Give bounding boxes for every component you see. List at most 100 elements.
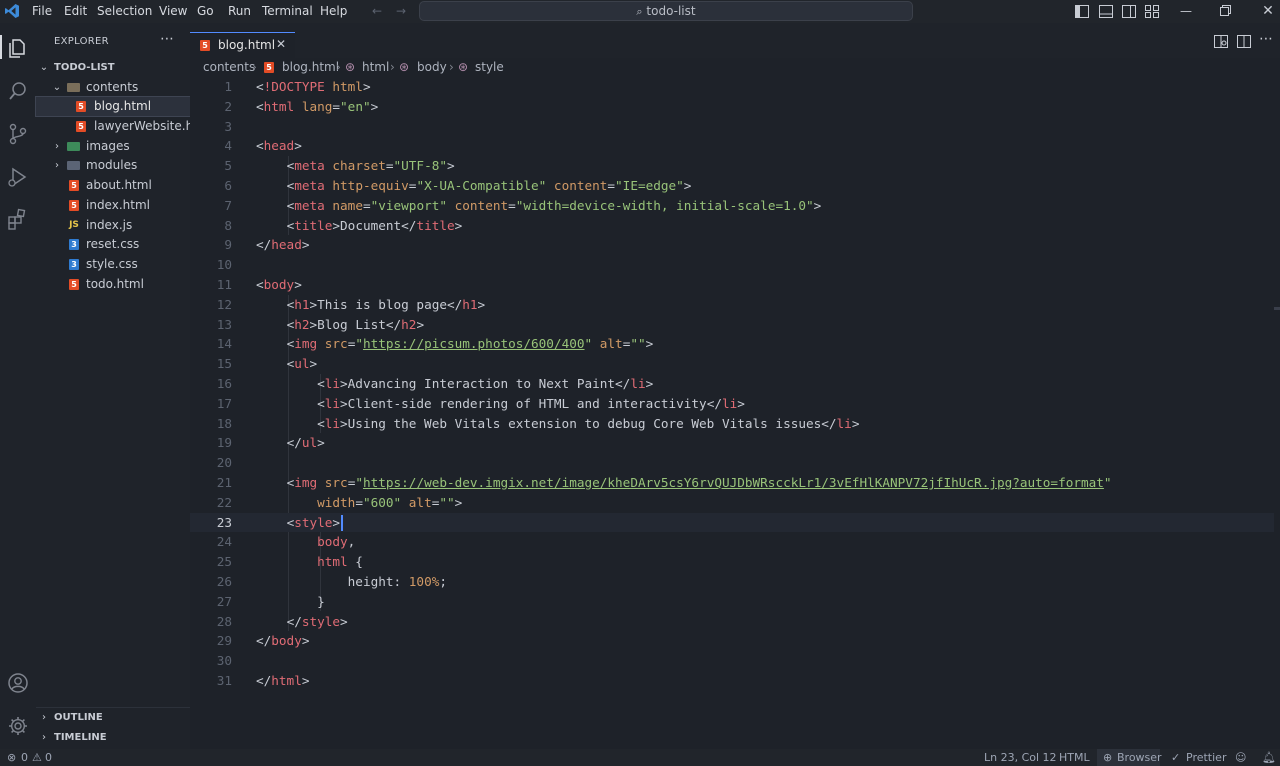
code-line[interactable]: 19 </ul> [190, 433, 1280, 453]
menu-run[interactable]: Run [228, 4, 251, 18]
errors-icon[interactable]: ⊗ [7, 751, 16, 764]
breadcrumb-item[interactable]: html [362, 60, 389, 74]
menu-view[interactable]: View [159, 4, 187, 18]
code-line[interactable]: 13 <h2>Blog List</h2> [190, 315, 1280, 335]
tree-item-reset-css[interactable]: 3 reset.css [36, 235, 190, 254]
breadcrumb-item[interactable]: style [475, 60, 504, 74]
forward-arrow-icon[interactable]: → [394, 4, 408, 18]
vscode-logo-icon [5, 4, 19, 18]
errors-count[interactable]: 0 [21, 751, 28, 764]
menu-file[interactable]: File [32, 4, 52, 18]
breadcrumb-item[interactable]: body [417, 60, 447, 74]
menu-edit[interactable]: Edit [64, 4, 87, 18]
tree-item-blog-html[interactable]: 5 blog.html [35, 96, 191, 117]
timeline-section[interactable]: › TIMELINE [36, 728, 190, 747]
code-editor[interactable]: 1 <!DOCTYPE html> 2 <html lang="en"> 3 4 <head… [190, 77, 1280, 749]
toggle-primary-sidebar-icon[interactable] [1075, 5, 1089, 18]
menu-selection[interactable]: Selection [97, 4, 152, 18]
code-line[interactable]: 6 <meta http-equiv="X-UA-Compatible" con… [190, 176, 1280, 196]
symbol-tag-icon: ⊛ [458, 60, 469, 74]
source-control-icon[interactable] [5, 121, 31, 147]
html-file-icon: 5 [69, 200, 79, 211]
prettier-check-icon[interactable]: ✓ [1171, 751, 1180, 764]
tree-item-label: todo.html [86, 277, 144, 291]
code-line[interactable]: 20 [190, 453, 1280, 473]
code-line[interactable]: 3 [190, 117, 1280, 137]
prettier-status[interactable]: Prettier [1186, 751, 1226, 764]
tree-item-index-html[interactable]: 5 index.html [36, 196, 190, 215]
code-line[interactable]: 22 width="600" alt=""> [190, 493, 1280, 513]
code-line[interactable]: 23 <style> [190, 512, 1280, 533]
code-line[interactable]: 29 </body> [190, 631, 1280, 651]
code-line[interactable]: 21 <img src="https://web-dev.imgix.net/i… [190, 473, 1280, 493]
code-line[interactable]: 11 <body> [190, 275, 1280, 295]
tree-item-todo-html[interactable]: 5 todo.html [36, 275, 190, 294]
menu-terminal[interactable]: Terminal [262, 4, 313, 18]
minimize-icon[interactable]: — [1179, 4, 1193, 18]
warnings-count[interactable]: 0 [45, 751, 52, 764]
open-preview-icon[interactable] [1214, 35, 1228, 48]
toggle-secondary-sidebar-icon[interactable] [1122, 5, 1136, 18]
code-line[interactable]: 30 [190, 651, 1280, 671]
code-line[interactable]: 10 [190, 255, 1280, 275]
notifications-bell-icon[interactable]: 🔔︎ [1262, 751, 1276, 764]
code-line[interactable]: 28 </style> [190, 612, 1280, 632]
close-window-icon[interactable]: ✕ [1261, 4, 1275, 18]
code-line[interactable]: 31 </html> [190, 671, 1280, 691]
code-line[interactable]: 24 body, [190, 532, 1280, 552]
tab-blog-html[interactable]: 5 blog.html ✕ [190, 32, 295, 58]
warnings-icon[interactable]: ⚠ [32, 751, 42, 764]
tree-item-style-css[interactable]: 3 style.css [36, 255, 190, 274]
command-center[interactable]: ⌕ todo-list [419, 1, 913, 21]
editor-scrollbar[interactable] [1274, 77, 1280, 749]
active-indicator [0, 35, 2, 59]
back-arrow-icon[interactable]: ← [370, 4, 384, 18]
language-mode[interactable]: HTML [1059, 751, 1090, 764]
tree-item-modules[interactable]: › modules [36, 156, 190, 175]
more-actions-icon[interactable]: ⋯ [1259, 31, 1273, 47]
code-line[interactable]: 9 </head> [190, 235, 1280, 255]
code-line[interactable]: 14 <img src="https://picsum.photos/600/4… [190, 334, 1280, 354]
code-line[interactable]: 5 <meta charset="UTF-8"> [190, 156, 1280, 176]
toggle-panel-icon[interactable] [1099, 5, 1113, 18]
code-line[interactable]: 17 <li>Client-side rendering of HTML and… [190, 394, 1280, 414]
project-header[interactable]: ⌄ TODO-LIST [36, 58, 190, 77]
restore-icon[interactable] [1220, 5, 1231, 16]
tree-item-index-js[interactable]: JS index.js [36, 216, 190, 235]
breadcrumb-item[interactable]: blog.html [282, 60, 339, 74]
breadcrumb-item[interactable]: contents [203, 60, 255, 74]
code-line[interactable]: 12 <h1>This is blog page</h1> [190, 295, 1280, 315]
manage-gear-icon[interactable] [5, 713, 31, 739]
run-debug-icon[interactable] [5, 164, 31, 190]
customize-layout-icon[interactable] [1145, 5, 1159, 18]
code-line[interactable]: 27 } [190, 592, 1280, 612]
code-line[interactable]: 18 <li>Using the Web Vitals extension to… [190, 414, 1280, 434]
code-line[interactable]: 8 <title>Document</title> [190, 216, 1280, 236]
accounts-icon[interactable] [5, 670, 31, 696]
more-actions-icon[interactable]: ⋯ [160, 31, 174, 47]
menu-help[interactable]: Help [320, 4, 347, 18]
code-line[interactable]: 25 html { [190, 552, 1280, 572]
extensions-icon[interactable] [5, 207, 31, 233]
explorer-files-icon[interactable] [5, 35, 31, 61]
code-line[interactable]: 16 <li>Advancing Interaction to Next Pai… [190, 374, 1280, 394]
code-line[interactable]: 2 <html lang="en"> [190, 97, 1280, 117]
code-line[interactable]: 15 <ul> [190, 354, 1280, 374]
search-icon[interactable] [5, 78, 31, 104]
tree-item-lawyerwebsite-html[interactable]: 5 lawyerWebsite.h... [36, 117, 190, 136]
code-line[interactable]: 1 <!DOCTYPE html> [190, 77, 1280, 97]
tree-item-about-html[interactable]: 5 about.html [36, 176, 190, 195]
code-line[interactable]: 7 <meta name="viewport" content="width=d… [190, 196, 1280, 216]
cursor-position[interactable]: Ln 23, Col 12 [984, 751, 1057, 764]
close-tab-icon[interactable]: ✕ [276, 37, 286, 51]
browser-status-item[interactable]: ⊕ Browser [1097, 749, 1162, 766]
code-line[interactable]: 4 <head> [190, 136, 1280, 156]
code-text: <h1>This is blog page</h1> [286, 296, 486, 312]
tree-item-images[interactable]: › images [36, 137, 190, 156]
tree-item-contents[interactable]: ⌄ contents [36, 78, 190, 97]
feedback-icon[interactable]: ☺ [1235, 751, 1246, 764]
menu-go[interactable]: Go [197, 4, 214, 18]
split-editor-icon[interactable] [1237, 35, 1251, 48]
code-line[interactable]: 26 height: 100%; [190, 572, 1280, 592]
outline-section[interactable]: › OUTLINE [36, 708, 190, 727]
